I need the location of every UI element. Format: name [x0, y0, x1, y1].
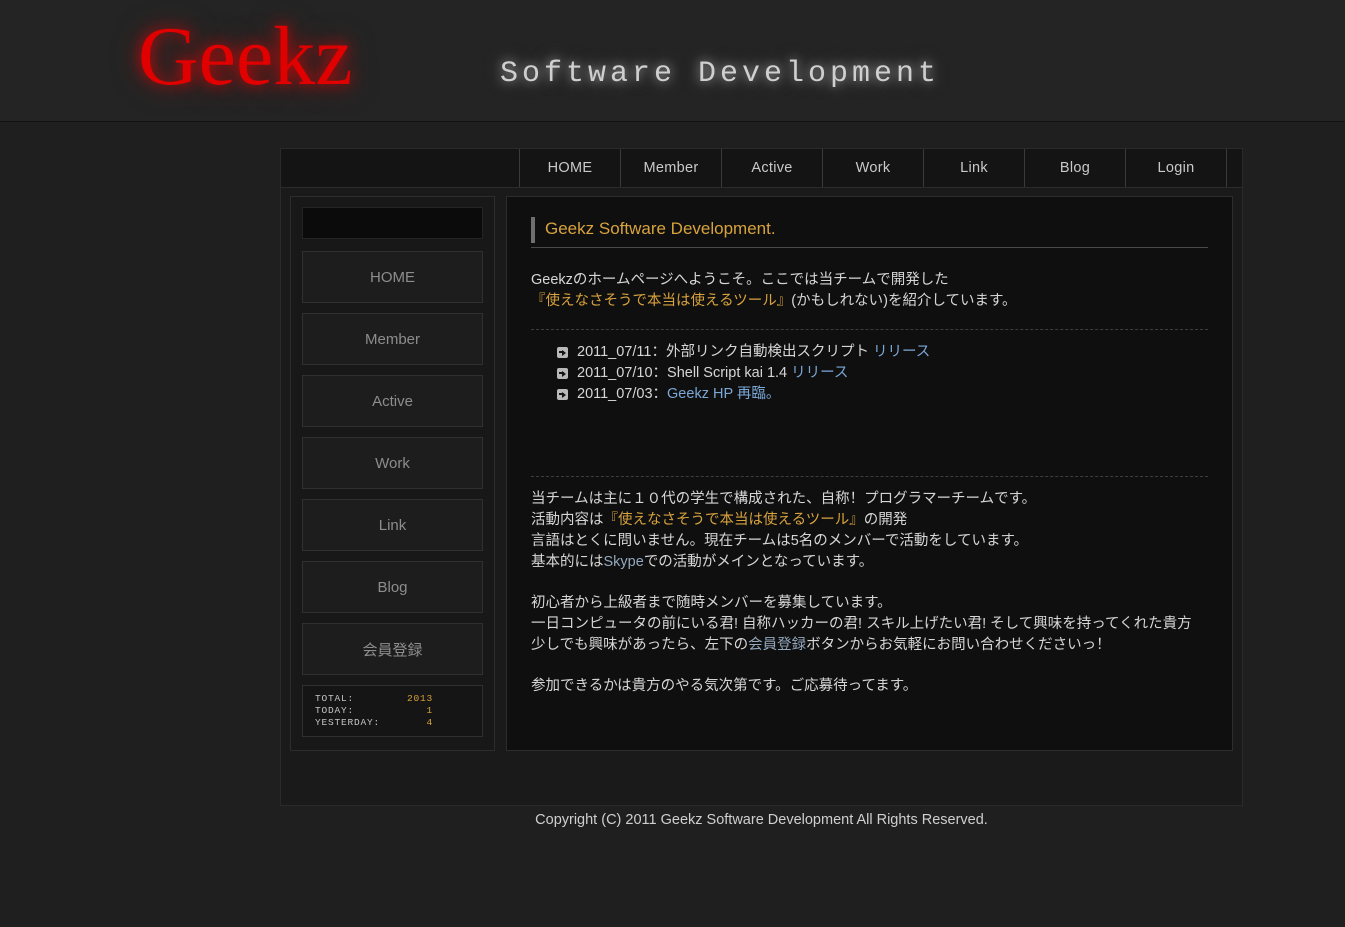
- news-link[interactable]: リリース: [791, 365, 848, 381]
- news-link[interactable]: リリース: [873, 344, 930, 360]
- sidebar: HOME Member Active Work Link Blog 会員登録 T…: [290, 196, 495, 751]
- counter-label-total: TOTAL:: [315, 693, 355, 704]
- recruit-paragraph: 初心者から上級者まで随時メンバーを募集しています。 一日コンピュータの前にいる君…: [531, 593, 1208, 656]
- footer-copyright: Copyright (C) 2011 Geekz Software Develo…: [535, 812, 988, 828]
- about-paragraph: 当チームは主に１０代の学生で構成された、自称！プログラマーチームです。 活動内容…: [531, 489, 1208, 573]
- divider-top: [531, 329, 1208, 330]
- intro-line-2: 『使えなさそうで本当は使えるツール』(かもしれない)を紹介しています。: [531, 291, 1208, 312]
- closing-paragraph: 参加できるかは貴方のやる気次第です。ご応募待ってます。: [531, 678, 918, 694]
- news-item: 2011_07/10：Shell Script kai 1.4 リリース: [557, 363, 1208, 384]
- about-line-2: 活動内容は『使えなさそうで本当は使えるツール』の開発: [531, 510, 1208, 531]
- news-link[interactable]: Geekz HP 再臨。: [667, 386, 780, 402]
- site-banner: Geekz Software Development: [0, 0, 1345, 122]
- arrow-right-icon: [557, 389, 568, 400]
- site-logo: Geekz: [138, 10, 353, 103]
- visitor-counter: TOTAL: 2013 TODAY: 1 YESTERDAY: 4: [302, 685, 483, 737]
- news-list: 2011_07/11：外部リンク自動検出スクリプト リリース 2011_07/1…: [531, 342, 1208, 405]
- arrow-right-icon: [557, 368, 568, 379]
- recruit-line-2: 一日コンピュータの前にいる君! 自称ハッカーの君! スキル上げたい君! そして興…: [531, 616, 1192, 632]
- intro-line-1: Geekzのホームページへようこそ。ここでは当チームで開発した: [531, 272, 949, 288]
- divider-bottom: [531, 476, 1208, 477]
- intro-tool-highlight: 『使えなさそうで本当は使えるツール』: [531, 293, 792, 309]
- recruit-line-1: 初心者から上級者まで随時メンバーを募集しています。: [531, 595, 892, 611]
- counter-value-yesterday: 4: [426, 717, 433, 728]
- sidebar-item-register[interactable]: 会員登録: [302, 623, 483, 675]
- news-text: 外部リンク自動検出スクリプト: [665, 344, 873, 360]
- about-line-4: 基本的にはSkypeでの活動がメインとなっています。: [531, 552, 1208, 573]
- intro-paragraph: Geekzのホームページへようこそ。ここでは当チームで開発した 『使えなさそうで…: [531, 270, 1208, 312]
- about-line-2-post: の開発: [863, 512, 908, 528]
- sidebar-item-member[interactable]: Member: [302, 313, 483, 365]
- sidebar-item-link[interactable]: Link: [302, 499, 483, 551]
- nav-item-link[interactable]: Link: [924, 149, 1025, 187]
- skype-link[interactable]: Skype: [604, 554, 644, 570]
- about-tool-highlight: 『使えなさそうで本当は使えるツール』: [603, 512, 864, 528]
- counter-row-total: TOTAL: 2013: [315, 693, 433, 705]
- news-date: 2011_07/11：: [577, 344, 666, 360]
- recruit-line-3-pre: 少しでも興味があったら、左下の: [531, 637, 749, 653]
- nav-right-spacer: [1227, 149, 1242, 187]
- about-line-2-pre: 活動内容は: [531, 512, 604, 528]
- nav-item-blog[interactable]: Blog: [1025, 149, 1126, 187]
- sidebar-item-home[interactable]: HOME: [302, 251, 483, 303]
- counter-label-yesterday: YESTERDAY:: [315, 717, 381, 728]
- counter-row-yesterday: YESTERDAY: 4: [315, 717, 433, 729]
- site-tagline: Software Development: [500, 57, 941, 91]
- about-line-3: 言語はとくに問いません。現在チームは5名のメンバーで活動をしています。: [531, 533, 1029, 549]
- news-date: 2011_07/03：: [577, 386, 668, 402]
- nav-item-login[interactable]: Login: [1126, 149, 1227, 187]
- intro-line-2-rest: (かもしれない)を紹介しています。: [791, 293, 1017, 309]
- news-text: Shell Script kai 1.4: [667, 365, 792, 381]
- page-title: Geekz Software Development.: [531, 217, 1208, 248]
- register-link[interactable]: 会員登録: [748, 637, 806, 653]
- page-frame: HOME Member Active Work Link Blog Login …: [280, 148, 1243, 828]
- nav-item-work[interactable]: Work: [823, 149, 924, 187]
- counter-label-today: TODAY:: [315, 705, 355, 716]
- news-item: 2011_07/03：Geekz HP 再臨。: [557, 384, 1208, 405]
- sidebar-item-work[interactable]: Work: [302, 437, 483, 489]
- about-line-4-pre: 基本的には: [531, 554, 604, 570]
- recruit-line-3: 少しでも興味があったら、左下の会員登録ボタンからお気軽にお問い合わせくださいっ！: [531, 635, 1208, 656]
- about-line-1: 当チームは主に１０代の学生で構成された、自称！プログラマーチームです。: [531, 491, 1037, 507]
- main-content: Geekz Software Development. Geekzのホームページ…: [506, 196, 1233, 751]
- nav-item-member[interactable]: Member: [621, 149, 722, 187]
- nav-left-spacer: [281, 149, 520, 187]
- counter-row-today: TODAY: 1: [315, 705, 433, 717]
- body-split: HOME Member Active Work Link Blog 会員登録 T…: [281, 188, 1242, 800]
- news-date: 2011_07/10：: [577, 365, 668, 381]
- arrow-right-icon: [557, 347, 568, 358]
- nav-item-home[interactable]: HOME: [520, 149, 621, 187]
- sidebar-item-blog[interactable]: Blog: [302, 561, 483, 613]
- about-line-4-post: での活動がメインとなっています。: [643, 554, 874, 570]
- counter-value-today: 1: [426, 705, 433, 716]
- sidebar-item-active[interactable]: Active: [302, 375, 483, 427]
- news-item: 2011_07/11：外部リンク自動検出スクリプト リリース: [557, 342, 1208, 363]
- recruit-line-3-post: ボタンからお気軽にお問い合わせくださいっ！: [806, 637, 1111, 653]
- nav-item-active[interactable]: Active: [722, 149, 823, 187]
- top-navigation: HOME Member Active Work Link Blog Login: [281, 149, 1242, 188]
- sidebar-banner-slot: [302, 207, 483, 239]
- counter-value-total: 2013: [406, 693, 433, 704]
